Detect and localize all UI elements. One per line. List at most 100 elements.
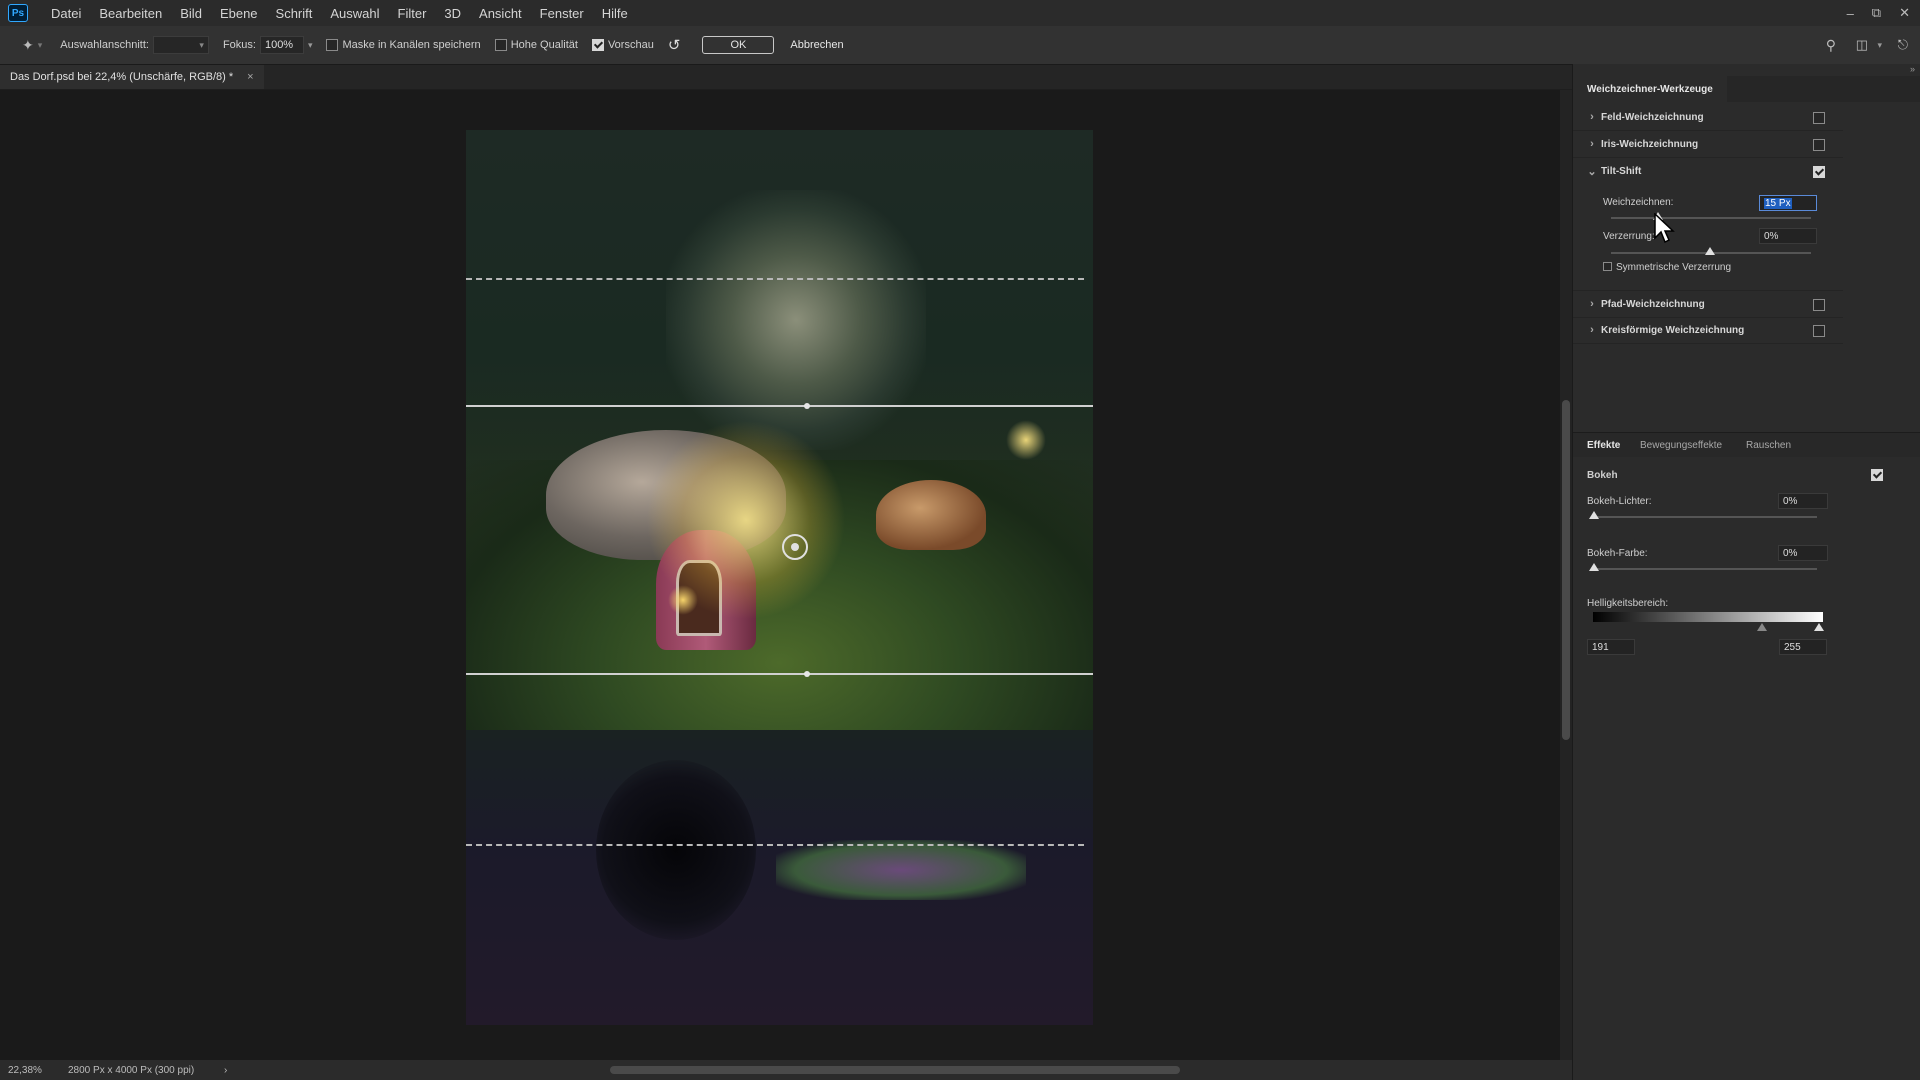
menu-ansicht[interactable]: Ansicht xyxy=(470,6,531,21)
focus-dropdown-icon[interactable]: ▾ xyxy=(308,40,313,51)
blur-row-tiltshift[interactable]: ⌄ Tilt-Shift xyxy=(1573,158,1843,184)
close-tab-icon[interactable]: × xyxy=(247,71,253,83)
selection-label: Auswahlanschnitt: xyxy=(60,39,149,51)
blur-iris-label: Iris-Weichzeichnung xyxy=(1601,138,1699,150)
bokeh-lights-slider-thumb[interactable] xyxy=(1589,511,1599,519)
blur-row-spin[interactable]: › Kreisförmige Weichzeichnung xyxy=(1573,317,1843,344)
document-title: Das Dorf.psd bei 22,4% (Unschärfe, RGB/8… xyxy=(10,71,234,83)
search-icon[interactable]: ⚲ xyxy=(1826,37,1836,54)
horizontal-scroll-thumb[interactable] xyxy=(610,1066,1180,1074)
spin-blur-checkbox[interactable] xyxy=(1813,325,1825,337)
tab-blur-tools[interactable]: Weichzeichner-Werkzeuge xyxy=(1573,76,1727,102)
focus-line-bottom-handle[interactable] xyxy=(804,671,810,677)
bokeh-lights-slider[interactable] xyxy=(1593,516,1817,518)
preview-checkbox[interactable]: Vorschau xyxy=(591,39,654,52)
tab-motion-effects[interactable]: Bewegungseffekte xyxy=(1640,433,1722,457)
distortion-label: Verzerrung: xyxy=(1603,231,1655,242)
document-tab[interactable]: Das Dorf.psd bei 22,4% (Unschärfe, RGB/8… xyxy=(0,65,264,89)
menu-bearbeiten[interactable]: Bearbeiten xyxy=(90,6,171,21)
status-menu-icon[interactable]: › xyxy=(224,1065,227,1076)
menu-bild[interactable]: Bild xyxy=(171,6,211,21)
tiltshift-focus-line-bottom[interactable] xyxy=(466,673,1093,675)
document-image[interactable] xyxy=(466,130,1093,1025)
bokeh-checkbox[interactable] xyxy=(1871,469,1883,481)
tool-preset-chevron-icon[interactable]: ▾ xyxy=(38,40,43,51)
selection-dropdown[interactable]: ▾ xyxy=(152,36,209,54)
menu-auswahl[interactable]: Auswahl xyxy=(321,6,388,21)
workspace-chevron-icon[interactable]: ▾ xyxy=(1877,40,1882,51)
quality-checkbox[interactable]: Hohe Qualität xyxy=(494,39,578,52)
vertical-scroll-thumb[interactable] xyxy=(1562,400,1570,740)
brightness-gradient-bar[interactable] xyxy=(1593,612,1823,622)
brightness-low-input[interactable]: 191 xyxy=(1587,639,1635,655)
blur-pin-icon[interactable] xyxy=(782,534,808,560)
zoom-level[interactable]: 22,38% xyxy=(8,1065,68,1076)
field-blur-checkbox[interactable] xyxy=(1813,112,1825,124)
ok-button[interactable]: OK xyxy=(702,36,775,54)
bokeh-color-label: Bokeh-Farbe: xyxy=(1587,548,1648,559)
focus-input[interactable]: 100% xyxy=(259,36,304,54)
tab-noise[interactable]: Rauschen xyxy=(1746,433,1791,457)
tab-effects[interactable]: Effekte xyxy=(1587,433,1620,457)
vertical-scrollbar[interactable] xyxy=(1560,90,1572,1060)
pin-tool-icon[interactable]: ✦ xyxy=(22,37,34,54)
mouse-pointer-icon xyxy=(1654,213,1675,244)
chevron-right-icon[interactable]: › xyxy=(1583,111,1601,123)
focus-line-top-handle[interactable] xyxy=(804,403,810,409)
tiltshift-fade-line-bottom[interactable] xyxy=(466,844,1084,846)
brightness-range-label: Helligkeitsbereich: xyxy=(1587,598,1669,609)
blur-row-field[interactable]: › Feld-Weichzeichnung xyxy=(1573,104,1843,131)
chevron-right-icon[interactable]: › xyxy=(1583,138,1601,150)
focus-label: Fokus: xyxy=(222,39,256,51)
blur-spin-label: Kreisförmige Weichzeichnung xyxy=(1601,324,1745,336)
minimize-icon[interactable]: – xyxy=(1847,6,1854,21)
distortion-slider-thumb[interactable] xyxy=(1705,247,1715,255)
preview-checkbox-box[interactable] xyxy=(591,39,604,52)
menu-fenster[interactable]: Fenster xyxy=(531,6,593,21)
chevron-right-icon[interactable]: › xyxy=(1583,324,1601,336)
close-window-icon[interactable]: ✕ xyxy=(1899,5,1910,21)
tiltshift-checkbox[interactable] xyxy=(1813,166,1825,178)
blur-amount-slider[interactable] xyxy=(1611,217,1811,219)
small-mushroom xyxy=(876,480,986,550)
path-blur-checkbox[interactable] xyxy=(1813,299,1825,311)
brightness-low-thumb[interactable] xyxy=(1757,623,1767,631)
document-tab-bar: Das Dorf.psd bei 22,4% (Unschärfe, RGB/8… xyxy=(0,65,1572,89)
blur-amount-input[interactable]: 15 Px xyxy=(1759,195,1817,211)
bokeh-lights-input[interactable]: 0% xyxy=(1778,493,1828,509)
menu-3d[interactable]: 3D xyxy=(435,6,470,21)
share-icon[interactable]: ⎋ xyxy=(1898,37,1908,53)
bokeh-color-slider[interactable] xyxy=(1593,568,1817,570)
iris-blur-checkbox[interactable] xyxy=(1813,139,1825,151)
menu-filter[interactable]: Filter xyxy=(389,6,436,21)
panel-collapse-icon[interactable]: » xyxy=(1910,64,1915,74)
chevron-down-icon[interactable]: ⌄ xyxy=(1583,165,1601,178)
blur-row-path[interactable]: › Pfad-Weichzeichnung xyxy=(1573,290,1843,318)
bokeh-color-slider-thumb[interactable] xyxy=(1589,563,1599,571)
tiltshift-focus-line-top[interactable] xyxy=(466,405,1093,407)
blur-row-iris[interactable]: › Iris-Weichzeichnung xyxy=(1573,131,1843,158)
workspace-icon[interactable]: ◫ xyxy=(1856,37,1868,53)
mask-checkbox[interactable]: Maske in Kanälen speichern xyxy=(326,38,481,52)
reset-icon[interactable]: ↺ xyxy=(668,36,681,54)
tiltshift-fade-line-top[interactable] xyxy=(466,278,1084,280)
menu-hilfe[interactable]: Hilfe xyxy=(593,6,637,21)
quality-checkbox-box[interactable] xyxy=(494,39,507,52)
menu-schrift[interactable]: Schrift xyxy=(267,6,322,21)
symmetric-checkbox[interactable] xyxy=(1603,262,1612,271)
mask-checkbox-box[interactable] xyxy=(326,39,339,52)
chevron-right-icon[interactable]: › xyxy=(1583,298,1601,310)
menu-ebene[interactable]: Ebene xyxy=(211,6,267,21)
effects-tab-bar: Effekte Bewegungseffekte Rauschen xyxy=(1573,432,1920,457)
bokeh-color-input[interactable]: 0% xyxy=(1778,545,1828,561)
cancel-button[interactable]: Abbrechen xyxy=(780,39,853,51)
blur-tools-panel: » Weichzeichner-Werkzeuge › Feld-Weichze… xyxy=(1572,64,1920,1080)
brightness-high-input[interactable]: 255 xyxy=(1779,639,1827,655)
brightness-high-thumb[interactable] xyxy=(1814,623,1824,631)
mask-label: Maske in Kanälen speichern xyxy=(342,38,481,51)
restore-icon[interactable]: ⧉ xyxy=(1872,5,1881,21)
distortion-input[interactable]: 0% xyxy=(1759,228,1817,244)
menu-datei[interactable]: Datei xyxy=(42,6,90,21)
photoshop-logo-icon[interactable]: Ps xyxy=(8,4,28,22)
glowing-tree xyxy=(666,190,926,450)
